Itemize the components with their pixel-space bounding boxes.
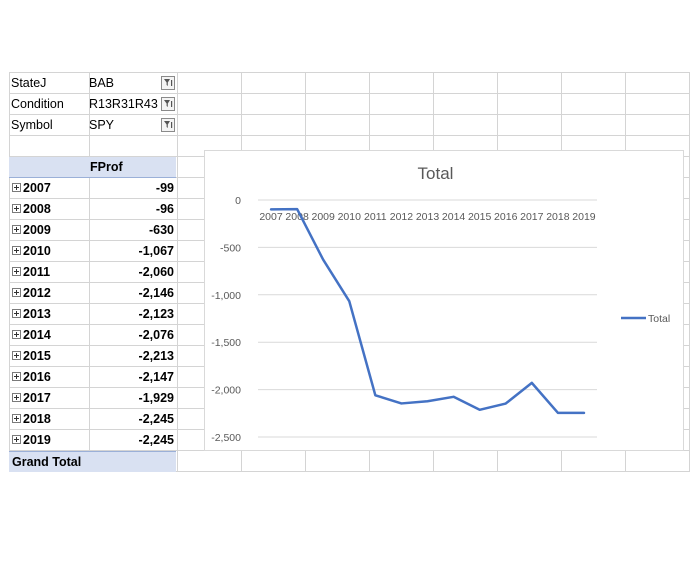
filter-icon[interactable] [161, 97, 175, 111]
x-tick-label: 2019 [572, 211, 596, 223]
filter-icon[interactable] [161, 76, 175, 90]
pivot-row-value: -630 [148, 223, 174, 237]
pivot-row-year: 2008 [23, 202, 51, 216]
pivot-row[interactable]: 2015 -2,213 [9, 346, 176, 367]
pivot-row[interactable]: 2009 -630 [9, 220, 176, 241]
pivot-row-value: -96 [155, 202, 174, 216]
pivot-row-year: 2015 [23, 349, 51, 363]
pivot-row[interactable]: 2017 -1,929 [9, 388, 176, 409]
chart-canvas: Total0-500-1,000-1,500-2,000-2,5002007 20… [211, 164, 670, 444]
x-tick-label: 2016 [494, 211, 518, 223]
pivot-row-value: -99 [155, 181, 174, 195]
pivot-row-year: 2011 [23, 265, 51, 279]
expand-icon[interactable] [12, 351, 21, 360]
pivot-row-value: -2,147 [138, 370, 174, 384]
series-line-total[interactable] [269, 207, 586, 415]
expand-icon[interactable] [12, 414, 21, 423]
filter-label-condition: Condition [11, 97, 64, 111]
pivot-row-year: 2012 [23, 286, 51, 300]
pivot-row[interactable]: 2013 -2,123 [9, 304, 176, 325]
pivot-row[interactable]: 2011 -2,060 [9, 262, 176, 283]
pivot-row-value: -1,067 [138, 244, 174, 258]
x-tick-label: 2017 [520, 211, 544, 223]
expand-icon[interactable] [12, 309, 21, 318]
pivot-row-year: 2013 [23, 307, 51, 321]
legend-label-total: Total [648, 313, 670, 325]
pivot-row-value: -1,929 [138, 391, 174, 405]
pivot-row-year: 2018 [23, 412, 51, 426]
pivot-row-value: -2,146 [138, 286, 174, 300]
expand-icon[interactable] [12, 435, 21, 444]
expand-icon[interactable] [12, 393, 21, 402]
grand-total-row[interactable]: Grand Total [9, 451, 176, 472]
filter-value-statej: BAB [89, 76, 115, 90]
pivot-row[interactable]: 2012 -2,146 [9, 283, 176, 304]
expand-icon[interactable] [12, 288, 21, 297]
x-tick-label: 2015 [468, 211, 492, 223]
pivot-row-year: 2014 [23, 328, 51, 342]
pivot-row-value: -2,245 [138, 412, 174, 426]
y-tick-label: -1,500 [211, 337, 241, 349]
pivot-row-year: 2016 [23, 370, 51, 384]
pivot-row-value: -2,245 [138, 433, 174, 447]
expand-icon[interactable] [12, 246, 21, 255]
y-tick-label: 0 [235, 195, 241, 207]
x-tick-label: 2012 [390, 211, 414, 223]
y-tick-label: -2,500 [211, 432, 241, 444]
pivot-row-value: -2,123 [138, 307, 174, 321]
x-tick-label: 2014 [442, 211, 466, 223]
y-tick-label: -1,000 [211, 290, 241, 302]
pivot-row[interactable]: 2016 -2,147 [9, 367, 176, 388]
expand-icon[interactable] [12, 204, 21, 213]
filter-icon[interactable] [161, 118, 175, 132]
pivot-row[interactable]: 2014 -2,076 [9, 325, 176, 346]
expand-icon[interactable] [12, 225, 21, 234]
pivot-row[interactable]: 2008 -96 [9, 199, 176, 220]
pivot-row-value: -2,213 [138, 349, 174, 363]
filter-label-statej: StateJ [11, 76, 47, 90]
pivot-header[interactable]: FProf [9, 157, 176, 178]
pivot-row[interactable]: 2019 -2,245 [9, 430, 176, 451]
x-tick-label: 2010 [338, 211, 362, 223]
x-tick-label: 2009 [312, 211, 336, 223]
chart-title: Total [418, 164, 454, 183]
pivot-row-year: 2017 [23, 391, 51, 405]
y-tick-label: -2,000 [211, 385, 241, 397]
line-chart[interactable]: Total 0 -500 -1,000 -1,500 -2,000 -2,500 2007 20… [204, 150, 684, 451]
filter-value-condition: R13R31R43 [89, 97, 158, 111]
pivot-row-year: 2019 [23, 433, 51, 447]
pivot-row-year: 2010 [23, 244, 51, 258]
pivot-header-label: FProf [90, 160, 123, 174]
filter-value-symbol: SPY [89, 118, 115, 132]
expand-icon[interactable] [12, 183, 21, 192]
pivot-row-year: 2009 [23, 223, 51, 237]
expand-icon[interactable] [12, 267, 21, 276]
pivot-row[interactable]: 2018 -2,245 [9, 409, 176, 430]
pivot-row-value: -2,076 [138, 328, 174, 342]
pivot-row[interactable]: 2007 -99 [9, 178, 176, 199]
x-tick-label: 2013 [416, 211, 440, 223]
y-tick-label: -500 [220, 242, 241, 254]
filter-label-symbol: Symbol [11, 118, 53, 132]
x-tick-label: 2007 [259, 211, 283, 223]
expand-icon[interactable] [12, 372, 21, 381]
pivot-row-value: -2,060 [138, 265, 174, 279]
pivot-row[interactable]: 2010 -1,067 [9, 241, 176, 262]
x-tick-label: 2018 [546, 211, 570, 223]
grand-total-label: Grand Total [12, 455, 82, 469]
expand-icon[interactable] [12, 330, 21, 339]
pivot-row-year: 2007 [23, 181, 51, 195]
x-tick-label: 2008 [285, 211, 309, 223]
x-tick-label: 2011 [364, 211, 387, 223]
